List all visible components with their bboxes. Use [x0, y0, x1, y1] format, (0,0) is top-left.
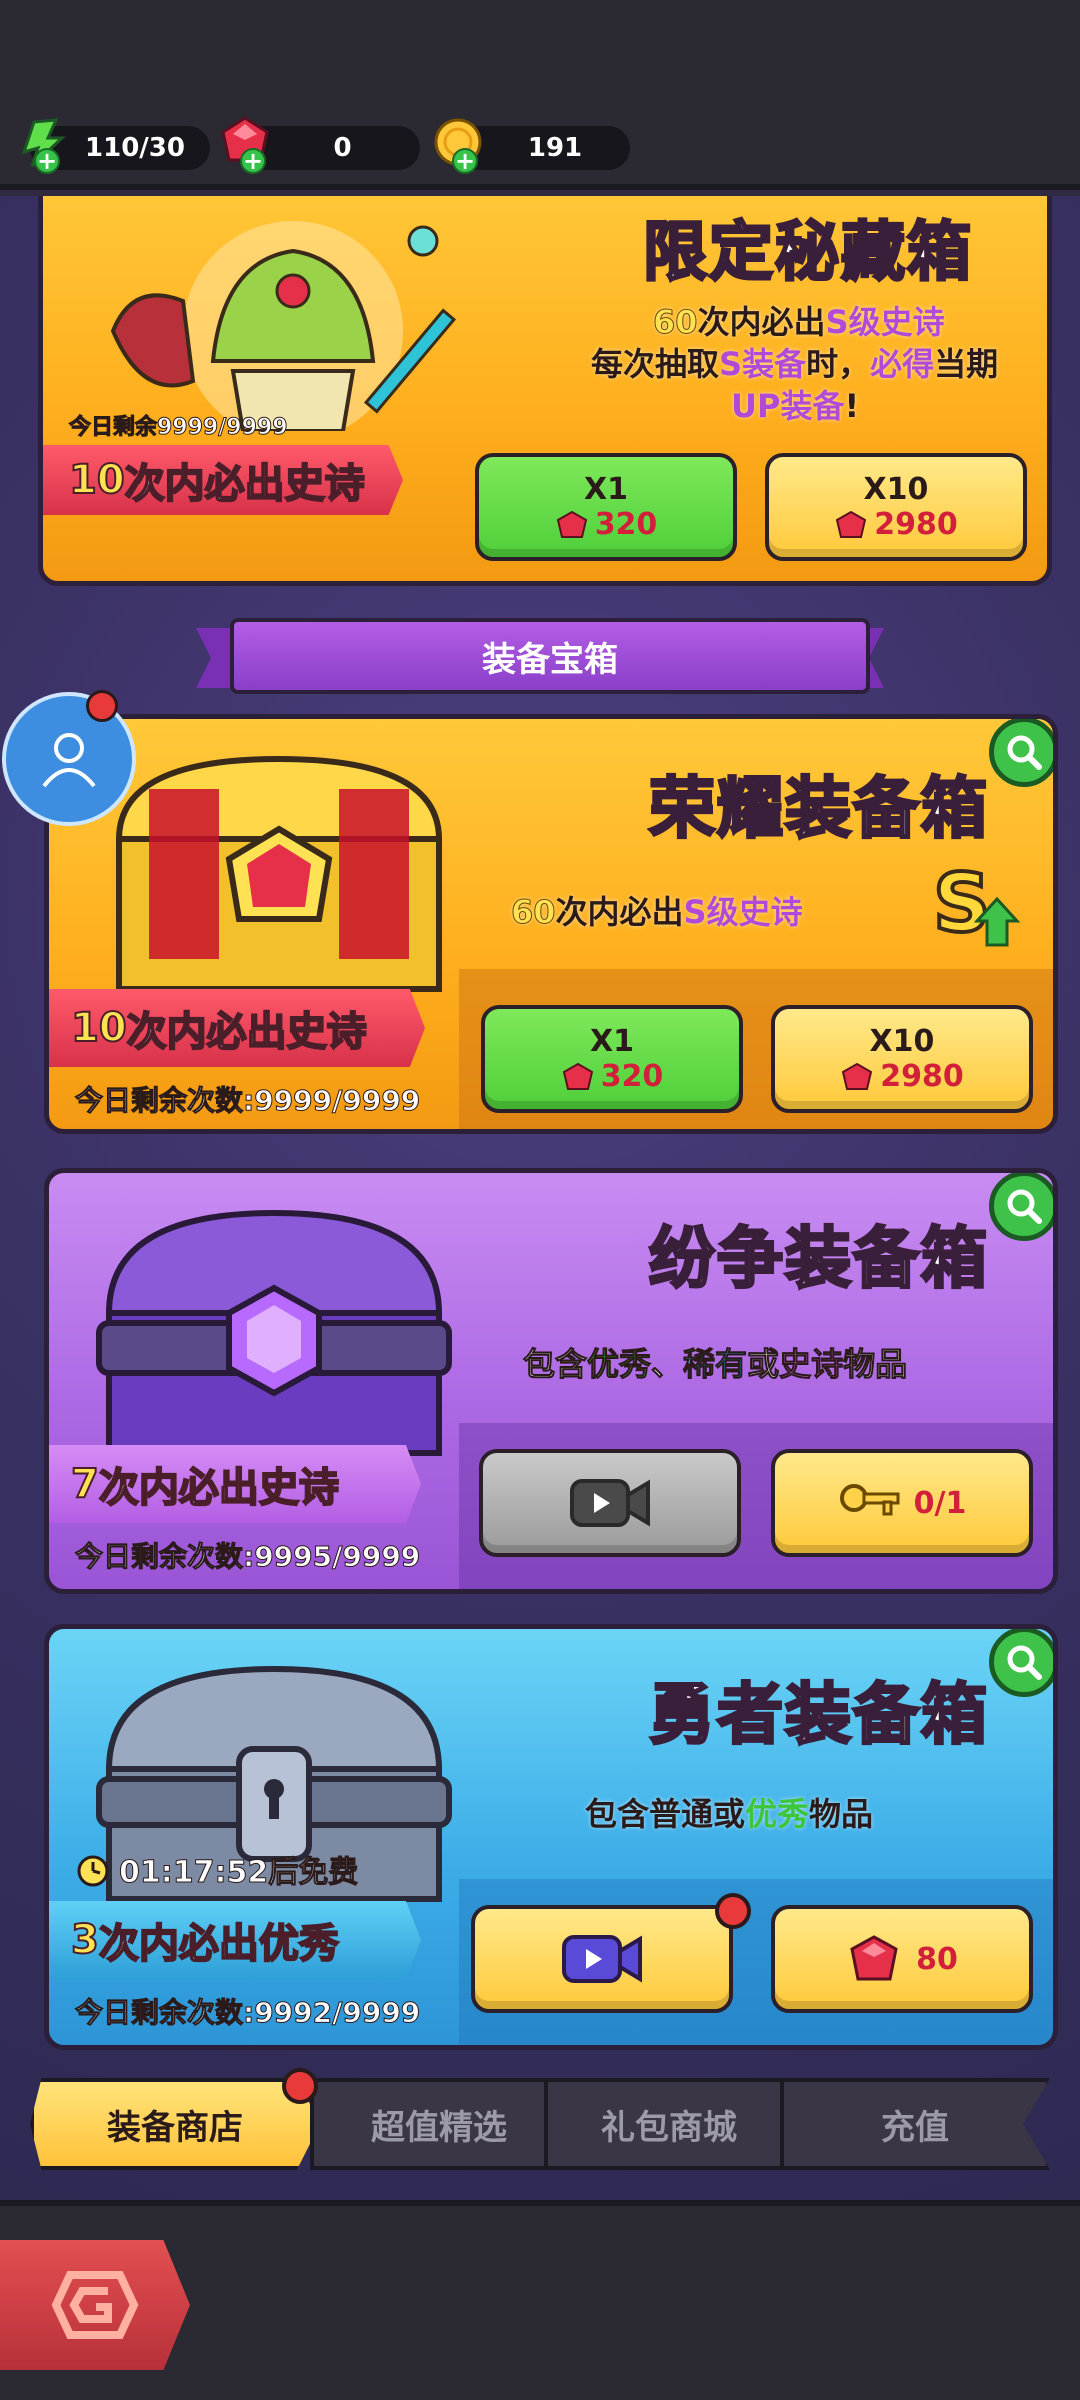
glory-box-desc: 60次内必出S级史诗	[511, 893, 803, 932]
glory-box-title: 荣耀装备箱	[648, 769, 989, 849]
draw-x10-price: 2980	[834, 507, 958, 542]
brave-box-free-timer: 01:17:52后免费	[75, 1847, 359, 1891]
game-logo-icon	[51, 2271, 139, 2339]
dispute-chest-art	[79, 1193, 469, 1463]
tab-notification-dot	[282, 2068, 318, 2104]
limited-box-draw-x1-button[interactable]: X1 320	[475, 453, 737, 561]
dispute-box-info-button[interactable]	[989, 1173, 1053, 1241]
draw-x1-price: 320	[561, 1059, 663, 1094]
svg-text:S: S	[933, 859, 991, 949]
video-camera-icon	[562, 1935, 642, 1983]
brave-box-panel: 勇者装备箱 包含普通或优秀物品 01:17:52后免费 3 次内必出 优秀 今日剩余…	[44, 1624, 1058, 2050]
gold-value: 191	[527, 133, 583, 163]
dispute-box-remaining: 今日剩余次数:9995/9999	[74, 1540, 421, 1574]
stamina-value: 110/30	[85, 133, 185, 163]
draw-x1-label: X1	[589, 1024, 634, 1059]
draw-x10-label: X10	[863, 472, 929, 507]
section-title-banner: 装备宝箱	[230, 618, 870, 694]
brave-box-watch-video-button[interactable]	[471, 1905, 733, 2013]
s-grade-up-icon: S	[927, 855, 1027, 952]
limited-box-art	[73, 196, 513, 441]
brave-box-price: 80	[916, 1941, 958, 1977]
top-resource-bar: 110/30 + 0 + 191 +	[0, 0, 1080, 190]
ruby-icon	[562, 1062, 593, 1090]
dispute-box-desc: 包含优秀、稀有或史诗物品	[522, 1345, 908, 1384]
glory-chest-art	[79, 729, 479, 999]
glory-box-draw-x1-button[interactable]: X1 320	[481, 1005, 743, 1113]
dispute-box-watch-video-button[interactable]	[479, 1449, 741, 1557]
brave-box-remaining: 今日剩余次数:9992/9999	[74, 1996, 421, 2030]
draw-x10-label: X10	[869, 1024, 935, 1059]
gold-plus-icon[interactable]: +	[452, 148, 478, 174]
tab-value-picks[interactable]: 超值精选	[310, 2078, 568, 2170]
brave-box-title: 勇者装备箱	[648, 1675, 989, 1755]
glory-box-guarantee-ribbon: 10 次内必出 史诗	[49, 989, 425, 1067]
ruby-icon	[836, 510, 867, 538]
video-notification-dot	[715, 1893, 751, 1929]
back-button[interactable]	[0, 2240, 190, 2370]
key-count: 0/1	[913, 1485, 967, 1521]
dispute-box-title: 纷争装备箱	[648, 1219, 989, 1299]
profile-notification-dot	[86, 690, 118, 722]
gem-value: 0	[333, 133, 352, 163]
gem-plus-icon[interactable]: +	[240, 148, 266, 174]
limited-box-desc-line2: 每次抽取S装备时，必得当期	[591, 345, 999, 383]
ruby-icon	[556, 510, 587, 538]
dispute-box-use-key-button[interactable]: 0/1	[771, 1449, 1033, 1557]
limited-box-panel: 限定秘藏箱 60次内必出S级史诗 每次抽取S装备时，必得当期 UP装备! 今日剩…	[38, 196, 1052, 586]
draw-x10-price: 2980	[840, 1059, 964, 1094]
ruby-icon	[842, 1062, 873, 1090]
shop-tabs: 装备商店 超值精选 礼包商城 充值	[30, 2068, 1050, 2174]
dispute-box-panel: 纷争装备箱 包含优秀、稀有或史诗物品 7 次内必出 史诗 今日剩余次数:9995/9…	[44, 1168, 1058, 1594]
limited-box-desc-line3: UP装备!	[731, 387, 860, 425]
draw-x1-price: 320	[555, 507, 657, 542]
brave-box-buy-button[interactable]: 80	[771, 1905, 1033, 2013]
magnifier-icon	[1007, 1645, 1042, 1680]
limited-box-desc-line1: 60次内必出S级史诗	[653, 303, 945, 342]
limited-box-remaining: 今日剩余9999/9999	[69, 415, 288, 441]
tab-equipment-shop[interactable]: 装备商店	[30, 2078, 320, 2170]
glory-box-info-button[interactable]	[989, 719, 1053, 787]
limited-box-guarantee-ribbon: 10 次内必出 史诗	[43, 445, 403, 515]
glory-box-draw-x10-button[interactable]: X10 2980	[771, 1005, 1033, 1113]
magnifier-icon	[1007, 735, 1042, 770]
draw-x1-label: X1	[583, 472, 628, 507]
limited-box-draw-x10-button[interactable]: X10 2980	[765, 453, 1027, 561]
ruby-icon	[850, 1935, 898, 1981]
clock-icon	[77, 1855, 109, 1887]
key-icon	[839, 1484, 900, 1516]
limited-box-title: 限定秘藏箱	[642, 215, 973, 292]
stamina-plus-icon[interactable]: +	[34, 148, 60, 174]
brave-box-guarantee-ribbon: 3 次内必出 优秀	[49, 1901, 421, 1979]
dispute-box-guarantee-ribbon: 7 次内必出 史诗	[49, 1445, 421, 1523]
shop-content: 限定秘藏箱 60次内必出S级史诗 每次抽取S装备时，必得当期 UP装备! 今日剩…	[0, 196, 1080, 2200]
brave-box-desc: 包含普通或优秀物品	[585, 1795, 874, 1833]
glory-box-panel: 荣耀装备箱 60次内必出S级史诗 S 10 次内必出 史诗 今日剩余次数:9999/…	[44, 714, 1058, 1134]
glory-box-remaining: 今日剩余次数:9999/9999	[74, 1084, 421, 1118]
tab-gift-packs[interactable]: 礼包商城	[544, 2078, 794, 2170]
user-icon	[42, 733, 96, 788]
video-camera-icon	[570, 1479, 650, 1527]
tab-recharge[interactable]: 充值	[780, 2078, 1050, 2170]
magnifier-icon	[1007, 1189, 1042, 1224]
brave-box-info-button[interactable]	[989, 1629, 1053, 1697]
